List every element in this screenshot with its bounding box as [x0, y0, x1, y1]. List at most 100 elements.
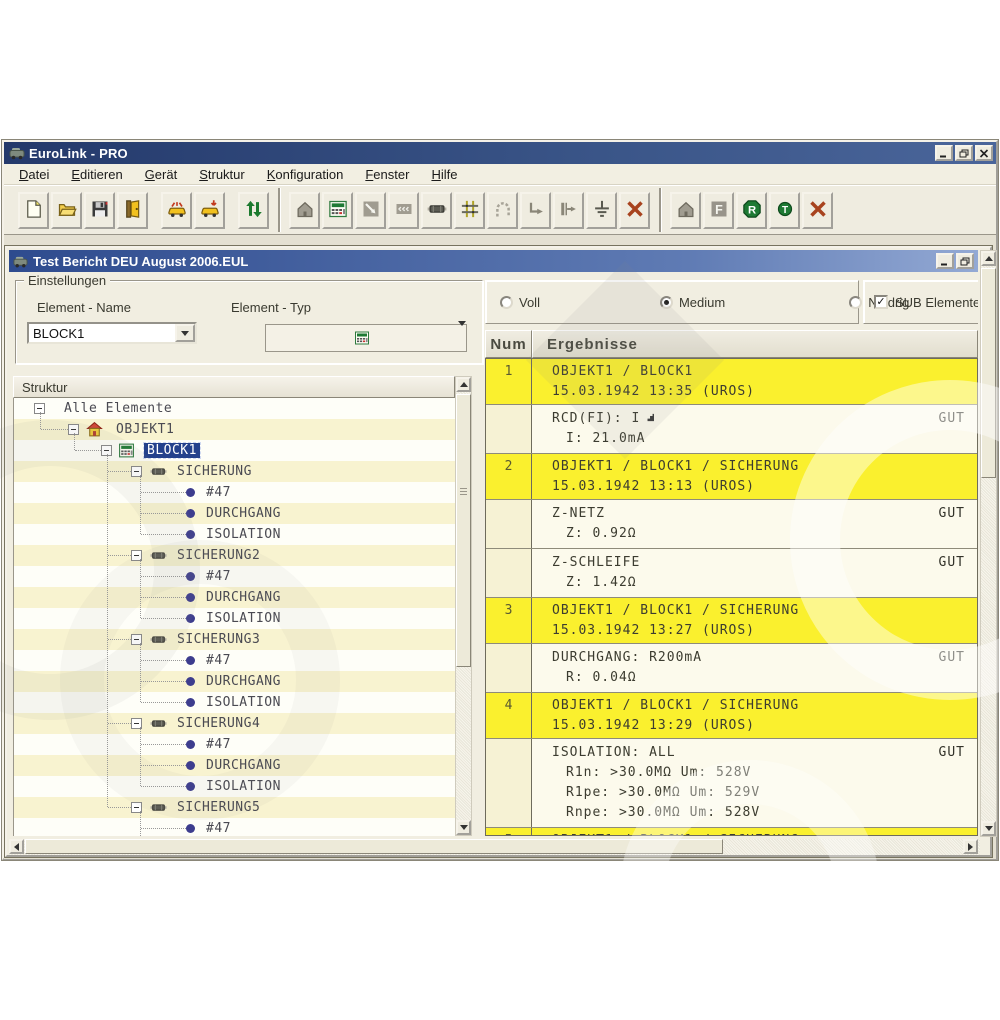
- arch-button[interactable]: [487, 192, 518, 229]
- tree-item-label[interactable]: #47: [206, 737, 231, 752]
- menu-item-struktur[interactable]: Struktur: [190, 165, 254, 184]
- earth-button[interactable]: [586, 192, 617, 229]
- tree-item-label[interactable]: ISOLATION: [206, 527, 281, 542]
- result-test-row[interactable]: Z-SCHLEIFEGUTZ: 1.42Ω: [486, 549, 977, 598]
- wire-button[interactable]: [388, 192, 419, 229]
- tree-item-label[interactable]: SICHERUNG: [177, 464, 252, 479]
- tree-item-label[interactable]: SICHERUNG5: [177, 800, 260, 815]
- tree-item-label[interactable]: DURCHGANG: [206, 758, 281, 773]
- result-r-button[interactable]: R: [736, 192, 767, 229]
- tree-vertical-scrollbar[interactable]: [455, 376, 472, 836]
- tree-item[interactable]: ISOLATION: [14, 524, 455, 545]
- tree-item-label[interactable]: #47: [206, 485, 231, 500]
- tree-item[interactable]: SICHERUNG2: [14, 545, 455, 566]
- grid-button[interactable]: [454, 192, 485, 229]
- app-titlebar[interactable]: EuroLink - PRO: [4, 142, 996, 164]
- tree-item[interactable]: BLOCK1: [14, 440, 455, 461]
- scroll-left-button[interactable]: [9, 839, 24, 854]
- menu-item-konfiguration[interactable]: Konfiguration: [258, 165, 353, 184]
- results-scroll-up-button[interactable]: [981, 251, 996, 266]
- tree-item-label[interactable]: OBJEKT1: [116, 422, 174, 437]
- radio-option-medium[interactable]: Medium: [660, 295, 725, 310]
- tree-scroll-up-button[interactable]: [456, 377, 471, 392]
- tree-item[interactable]: DURCHGANG: [14, 671, 455, 692]
- scroll-right-button[interactable]: [963, 839, 978, 854]
- menu-item-hilfe[interactable]: Hilfe: [422, 165, 466, 184]
- ergebnisse-column-header[interactable]: Ergebnisse: [532, 330, 978, 358]
- tree-item[interactable]: ISOLATION: [14, 692, 455, 713]
- open-folder-button[interactable]: [51, 192, 82, 229]
- instrument-download-button[interactable]: [194, 192, 225, 229]
- doc-restore-button[interactable]: [956, 253, 974, 269]
- sub-elements-checkbox[interactable]: ✓: [874, 295, 888, 309]
- results-scroll-thumb[interactable]: [981, 268, 996, 478]
- tree-item[interactable]: SICHERUNG: [14, 461, 455, 482]
- tree-item-label[interactable]: SICHERUNG4: [177, 716, 260, 731]
- document-titlebar[interactable]: Test Bericht DEU August 2006.EUL: [9, 250, 978, 272]
- tree-scroll-down-button[interactable]: [456, 820, 471, 835]
- tree-item[interactable]: DURCHGANG: [14, 755, 455, 776]
- close-button[interactable]: [975, 145, 993, 161]
- menu-item-editieren[interactable]: Editieren: [62, 165, 131, 184]
- function-button[interactable]: F: [703, 192, 734, 229]
- tree-item[interactable]: Alle Elemente: [14, 398, 455, 419]
- sync-arrows-button[interactable]: [238, 192, 269, 229]
- delete-button[interactable]: [619, 192, 650, 229]
- tree-item-label[interactable]: SICHERUNG3: [177, 632, 260, 647]
- result-group-header[interactable]: 5OBJEKT1 / BLOCK1 / SICHERUNG: [486, 828, 977, 836]
- menu-item-datei[interactable]: Datei: [10, 165, 58, 184]
- num-column-header[interactable]: Num: [485, 330, 532, 358]
- radio-option-voll[interactable]: Voll: [500, 295, 540, 310]
- tree-item[interactable]: OBJEKT1: [14, 419, 455, 440]
- element-name-combo[interactable]: BLOCK1: [27, 322, 197, 344]
- tree-item-label[interactable]: ISOLATION: [206, 611, 281, 626]
- tree-item-label[interactable]: DURCHGANG: [206, 674, 281, 689]
- tree-item-label[interactable]: #47: [206, 653, 231, 668]
- tree-item[interactable]: SICHERUNG5: [14, 797, 455, 818]
- document-horizontal-scrollbar[interactable]: [9, 839, 980, 855]
- result-group-header[interactable]: 3OBJEKT1 / BLOCK1 / SICHERUNG15.03.1942 …: [486, 598, 977, 644]
- structure-header[interactable]: Struktur: [13, 376, 455, 398]
- menu-item-fenster[interactable]: Fenster: [356, 165, 418, 184]
- results-scroll-down-button[interactable]: [981, 821, 996, 836]
- home-button[interactable]: [289, 192, 320, 229]
- tree-item-label[interactable]: #47: [206, 821, 231, 836]
- minimize-button[interactable]: [935, 145, 953, 161]
- instrument-upload-button[interactable]: [161, 192, 192, 229]
- tree-item[interactable]: #47: [14, 650, 455, 671]
- tree-item-label[interactable]: Alle Elemente: [64, 401, 172, 416]
- tree-item[interactable]: #47: [14, 734, 455, 755]
- tree-item[interactable]: #47: [14, 482, 455, 503]
- tree-item-label[interactable]: ISOLATION: [206, 779, 281, 794]
- tree-item[interactable]: ISOLATION: [14, 776, 455, 797]
- result-test-row[interactable]: DURCHGANG: R200mAGUTR: 0.04Ω: [486, 644, 977, 693]
- result-test-row[interactable]: RCD(FI): IGUTI: 21.0mA: [486, 405, 977, 454]
- results-vertical-scrollbar[interactable]: [980, 250, 997, 837]
- calculator-button[interactable]: [322, 192, 353, 229]
- exit-door-button[interactable]: [117, 192, 148, 229]
- tree-scroll-thumb[interactable]: [456, 394, 471, 667]
- fuse-button[interactable]: [421, 192, 452, 229]
- horizontal-scroll-thumb[interactable]: [25, 839, 723, 854]
- element-typ-combo[interactable]: [265, 324, 467, 352]
- tree-item[interactable]: #47: [14, 818, 455, 836]
- tree-item-label[interactable]: DURCHGANG: [206, 506, 281, 521]
- tree-item[interactable]: SICHERUNG3: [14, 629, 455, 650]
- element-name-dropdown-button[interactable]: [175, 324, 195, 342]
- bar-arrow-button[interactable]: [553, 192, 584, 229]
- tree-item-label[interactable]: BLOCK1: [144, 443, 200, 458]
- result-test-row[interactable]: Z-NETZGUTZ: 0.92Ω: [486, 500, 977, 549]
- result-t-button[interactable]: T: [769, 192, 800, 229]
- delete-button[interactable]: [802, 192, 833, 229]
- tree-item-label[interactable]: #47: [206, 569, 231, 584]
- graph-arrow-button[interactable]: [355, 192, 386, 229]
- tree-item[interactable]: ISOLATION: [14, 608, 455, 629]
- element-typ-dropdown-button[interactable]: [458, 326, 466, 350]
- tree-item-label[interactable]: DURCHGANG: [206, 590, 281, 605]
- result-group-header[interactable]: 1OBJEKT1 / BLOCK115.03.1942 13:35 (UROS): [486, 359, 977, 405]
- new-document-button[interactable]: [18, 192, 49, 229]
- result-group-header[interactable]: 4OBJEKT1 / BLOCK1 / SICHERUNG15.03.1942 …: [486, 693, 977, 739]
- bend-arrow-button[interactable]: [520, 192, 551, 229]
- tree-item[interactable]: DURCHGANG: [14, 503, 455, 524]
- home-button[interactable]: [670, 192, 701, 229]
